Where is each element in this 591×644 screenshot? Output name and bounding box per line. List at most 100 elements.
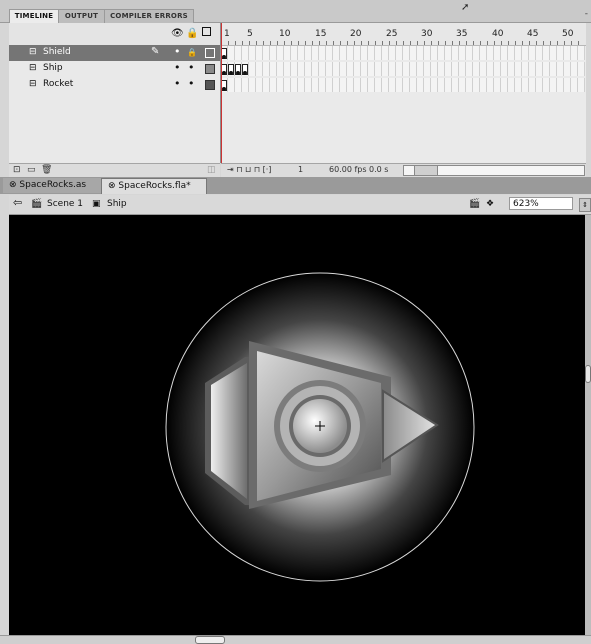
frame-cell[interactable] — [382, 62, 389, 76]
frame-cell[interactable] — [249, 62, 256, 76]
layer-name[interactable]: Rocket — [43, 79, 73, 89]
zoom-field[interactable]: 623% — [509, 197, 573, 210]
frame-cell[interactable] — [431, 46, 438, 60]
back-arrow-icon[interactable]: ⇦ — [13, 196, 22, 209]
frame-cell[interactable] — [312, 62, 319, 76]
new-layer-icon[interactable]: ⊡ — [13, 165, 21, 175]
frame-ruler[interactable]: 1 5 10 15 20 25 30 35 40 45 50 — [221, 23, 586, 46]
layer-row-rocket[interactable]: ⊟ Rocket • • — [9, 77, 220, 93]
visibility-dot[interactable]: • — [174, 62, 181, 74]
frame-cell[interactable] — [564, 46, 571, 60]
frame-cell[interactable] — [564, 78, 571, 92]
frame-grid[interactable] — [221, 46, 586, 94]
frame-cell[interactable] — [529, 46, 536, 60]
frame-cell[interactable] — [312, 46, 319, 60]
outline-toggle[interactable] — [205, 80, 215, 90]
frame-cell[interactable] — [508, 62, 515, 76]
frame-cell[interactable] — [452, 78, 459, 92]
visibility-dot[interactable]: • — [174, 78, 181, 90]
frame-cell[interactable] — [501, 46, 508, 60]
frame-cell[interactable] — [536, 78, 543, 92]
frame-cell[interactable] — [529, 62, 536, 76]
frame-cell[interactable] — [242, 78, 249, 92]
frame-cell[interactable] — [361, 46, 368, 60]
frame-cell[interactable] — [571, 46, 578, 60]
playhead[interactable] — [221, 23, 227, 163]
frame-cell[interactable] — [564, 62, 571, 76]
zoom-dropdown-button[interactable]: ⇕ — [579, 198, 591, 212]
frame-cell[interactable] — [494, 62, 501, 76]
frame-cell[interactable] — [291, 78, 298, 92]
frame-cell[interactable] — [550, 78, 557, 92]
timeline-hscroll[interactable] — [403, 165, 585, 176]
frame-cell[interactable] — [543, 78, 550, 92]
layer-row-shield[interactable]: ⊟ Shield ✎ • 🔒 — [9, 45, 220, 61]
frame-cell[interactable] — [375, 78, 382, 92]
frame-cell[interactable] — [277, 46, 284, 60]
frame-cell[interactable] — [522, 46, 529, 60]
frame-cell[interactable] — [277, 78, 284, 92]
frame-cell[interactable] — [298, 46, 305, 60]
frame-cell[interactable] — [305, 78, 312, 92]
frame-cell[interactable] — [368, 62, 375, 76]
outline-toggle[interactable] — [205, 64, 215, 74]
layer-row-ship[interactable]: ⊟ Ship • • — [9, 61, 220, 77]
frame-cell[interactable] — [452, 46, 459, 60]
frame-cell[interactable] — [417, 78, 424, 92]
frame-cell[interactable] — [396, 46, 403, 60]
tab-timeline[interactable]: TIMELINE — [9, 9, 59, 23]
frame-cell[interactable] — [263, 62, 270, 76]
layer-name[interactable]: Shield — [43, 47, 71, 57]
visibility-dot[interactable]: • — [174, 46, 181, 58]
frame-cell[interactable] — [298, 78, 305, 92]
frame-cell[interactable] — [403, 46, 410, 60]
frame-cell[interactable] — [291, 46, 298, 60]
frame-cell[interactable] — [536, 46, 543, 60]
frame-cell[interactable] — [452, 62, 459, 76]
frame-cell[interactable] — [466, 78, 473, 92]
ship-symbol[interactable] — [9, 215, 585, 635]
frame-cell[interactable] — [494, 46, 501, 60]
doc-tab-spacerocks-fla[interactable]: ⊗ SpaceRocks.fla* — [101, 178, 207, 194]
frame-cell[interactable] — [424, 78, 431, 92]
frame-cell[interactable] — [263, 78, 270, 92]
frame-rate[interactable]: 60.00 fps — [329, 165, 367, 174]
frame-cell[interactable] — [438, 46, 445, 60]
frame-cell[interactable] — [417, 46, 424, 60]
frame-cell[interactable] — [557, 62, 564, 76]
close-icon[interactable]: ⊗ — [108, 181, 118, 191]
frame-cell[interactable] — [270, 46, 277, 60]
eye-icon[interactable]: 👁 — [171, 28, 184, 39]
lock-icon[interactable]: 🔒 — [187, 47, 197, 59]
frame-cell[interactable] — [501, 78, 508, 92]
frame-cell[interactable] — [270, 78, 277, 92]
frame-cell[interactable] — [340, 62, 347, 76]
frame-cell[interactable] — [473, 78, 480, 92]
frame-cell[interactable] — [228, 78, 235, 92]
keyframe[interactable] — [242, 64, 248, 75]
frame-cell[interactable] — [543, 62, 550, 76]
frame-cell[interactable] — [354, 46, 361, 60]
frame-cell[interactable] — [270, 62, 277, 76]
frame-cell[interactable] — [340, 46, 347, 60]
frame-cell[interactable] — [480, 62, 487, 76]
lock-dot[interactable]: • — [188, 62, 195, 74]
frame-cell[interactable] — [445, 78, 452, 92]
frame-cell[interactable] — [445, 46, 452, 60]
trash-icon[interactable]: 🗑 — [41, 165, 52, 175]
frame-cell[interactable] — [466, 46, 473, 60]
frame-cell[interactable] — [319, 78, 326, 92]
layer-name[interactable]: Ship — [43, 63, 63, 73]
frame-cell[interactable] — [550, 62, 557, 76]
frame-cell[interactable] — [375, 46, 382, 60]
frame-cell[interactable] — [319, 62, 326, 76]
frame-cell[interactable] — [410, 46, 417, 60]
frame-cell[interactable] — [368, 78, 375, 92]
frame-cell[interactable] — [536, 62, 543, 76]
frame-cell[interactable] — [480, 46, 487, 60]
frame-cell[interactable] — [438, 62, 445, 76]
frame-cell[interactable] — [249, 78, 256, 92]
frame-cell[interactable] — [333, 62, 340, 76]
frame-cell[interactable] — [305, 46, 312, 60]
lock-icon[interactable]: 🔒 — [186, 28, 198, 39]
